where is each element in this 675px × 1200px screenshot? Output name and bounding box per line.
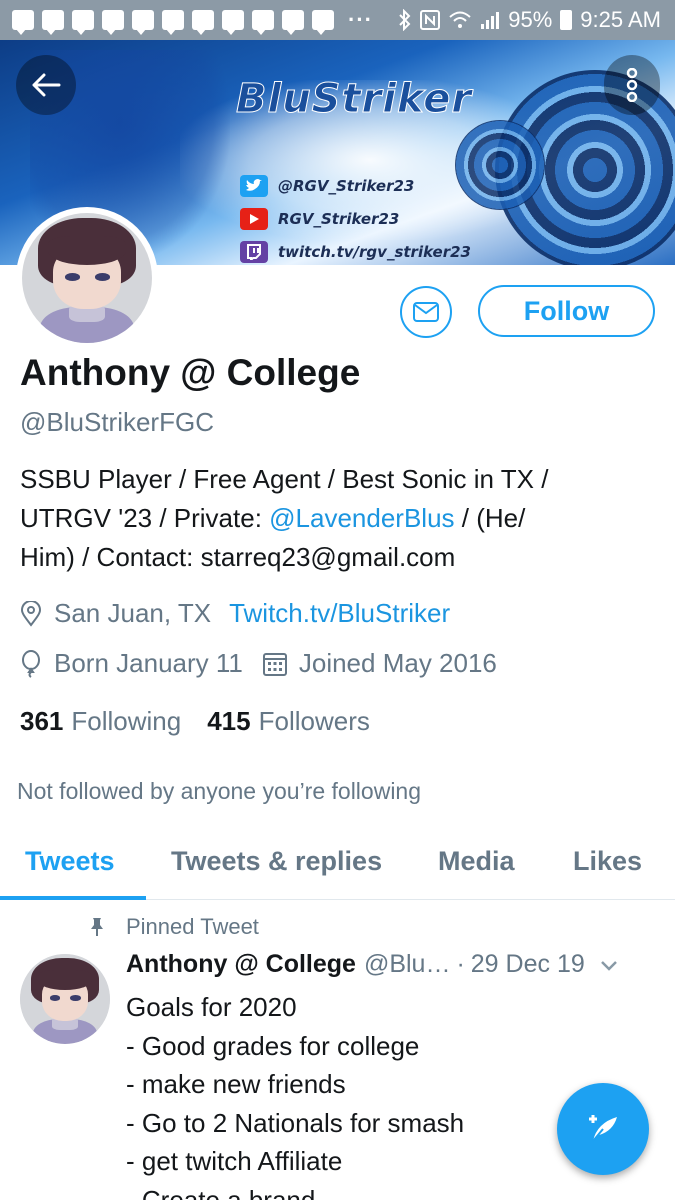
- vertical-dots-icon: [626, 68, 638, 102]
- follow-button[interactable]: Follow: [478, 285, 655, 337]
- banner-youtube-row: RGV_Striker23: [240, 208, 399, 230]
- bluetooth-icon: [399, 9, 411, 31]
- birthday: Born January 11: [20, 648, 243, 679]
- location: San Juan, TX: [20, 598, 211, 629]
- birthday-text: Born January 11: [54, 648, 243, 678]
- joined-text: Joined May 2016: [298, 648, 497, 678]
- tab-likes[interactable]: Likes: [573, 846, 642, 877]
- envelope-icon: [413, 302, 439, 322]
- tweet-line: - Good grades for college: [126, 1030, 420, 1061]
- notification-icon: [162, 10, 184, 35]
- bio-line: SSBU Player / Free Agent / Best Sonic in…: [20, 464, 549, 494]
- tab-tweets[interactable]: Tweets: [25, 846, 115, 877]
- profile-handle: @BluStrikerFGC: [20, 407, 214, 437]
- bio-text: UTRGV '23 / Private:: [20, 503, 270, 533]
- nfc-icon: [420, 10, 441, 30]
- tweet-author-name[interactable]: Anthony @ College: [126, 950, 356, 979]
- avatar-image: [22, 213, 152, 343]
- calendar-icon: [262, 652, 287, 676]
- joined-date: Joined May 2016: [262, 648, 497, 679]
- banner-twitch-row: twitch.tv/rgv_striker23: [240, 241, 471, 263]
- banner-twitter-handle: @RGV_Striker23: [278, 177, 415, 195]
- battery-icon: [560, 10, 573, 30]
- youtube-play-icon: [240, 208, 268, 230]
- profile-tabs: Tweets Tweets & replies Media Likes: [0, 826, 675, 900]
- bio-mention-link[interactable]: @LavenderBlus: [269, 503, 454, 533]
- banner-speaker-graphic: [455, 120, 545, 210]
- tweet-text[interactable]: Goals for 2020 - Good grades for college…: [126, 988, 464, 1200]
- tweet-author-handle[interactable]: @Blu…: [364, 950, 451, 979]
- twitter-bird-icon: [240, 175, 268, 197]
- chevron-down-icon[interactable]: [599, 958, 619, 972]
- pinned-text: Pinned Tweet: [126, 914, 259, 939]
- status-bar: ··· 95% 9:25 AM: [0, 0, 675, 40]
- bio-line: Him) / Contact: starreq23@gmail.com: [20, 542, 456, 572]
- follow-counts: 361 Following 415 Followers: [20, 706, 370, 737]
- banner-twitch-url: twitch.tv/rgv_striker23: [278, 243, 471, 261]
- notification-icon: [42, 10, 64, 35]
- notification-icon: [282, 10, 304, 35]
- wifi-icon: [449, 11, 471, 28]
- profile-bio: SSBU Player / Free Agent / Best Sonic in…: [20, 460, 640, 577]
- tweet-line: - Create a brand: [126, 1184, 316, 1200]
- message-button[interactable]: [400, 286, 452, 338]
- banner-brand-title: BluStriker: [235, 76, 473, 123]
- tweet-line: - Go to 2 Nationals for smash: [126, 1107, 465, 1138]
- bio-line: UTRGV '23 / Private: @LavenderBlus / (He…: [20, 499, 640, 538]
- banner-twitter-row: @RGV_Striker23: [240, 175, 414, 197]
- profile-avatar[interactable]: [16, 207, 158, 349]
- back-button[interactable]: [16, 55, 76, 115]
- profile-meta-row: San Juan, TX Twitch.tv/BluStriker: [20, 598, 450, 629]
- clock: 9:25 AM: [580, 7, 661, 32]
- tweet-line: Goals for 2020: [126, 992, 297, 1022]
- tab-media[interactable]: Media: [438, 846, 515, 877]
- tab-tweets-replies[interactable]: Tweets & replies: [171, 846, 382, 877]
- active-tab-indicator: [0, 896, 146, 900]
- followers-count-link[interactable]: 415 Followers: [207, 706, 370, 737]
- website-link[interactable]: Twitch.tv/BluStriker: [229, 598, 450, 629]
- following-count: 361: [20, 706, 64, 736]
- more-notifications: ···: [348, 7, 373, 32]
- notification-icon: [222, 10, 244, 35]
- back-arrow-icon: [32, 73, 61, 97]
- tweet-separator: ·: [456, 950, 465, 978]
- mutual-followers-note: Not followed by anyone you’re following: [17, 778, 422, 804]
- tweet-header: Anthony @ College @Blu… · 29 Dec 19: [126, 950, 656, 979]
- notification-icon: [252, 10, 274, 35]
- pinned-tweet-label: Pinned Tweet: [90, 914, 259, 940]
- signal-icon: [481, 12, 500, 29]
- balloon-icon: [22, 649, 40, 678]
- compose-tweet-button[interactable]: [557, 1083, 649, 1175]
- tweet-line: - get twitch Affiliate: [126, 1146, 343, 1177]
- profile-meta-row: Born January 11 Joined May 2016: [20, 648, 497, 679]
- notification-icon: [72, 10, 94, 35]
- notification-icon: [192, 10, 214, 35]
- following-count-link[interactable]: 361 Following: [20, 706, 181, 737]
- notification-icon: [312, 10, 334, 35]
- tweet-author-avatar[interactable]: [20, 954, 110, 1044]
- tweet-line: - make new friends: [126, 1069, 346, 1100]
- notification-icon: [102, 10, 124, 35]
- profile-display-name: Anthony @ College: [20, 352, 361, 393]
- followers-count: 415: [207, 706, 251, 736]
- pin-icon: [91, 918, 103, 936]
- banner-youtube-handle: RGV_Striker23: [278, 210, 400, 228]
- tweet-date[interactable]: 29 Dec 19: [471, 950, 585, 979]
- twitch-icon: [240, 241, 268, 263]
- location-pin-icon: [20, 600, 42, 627]
- notification-icon: [132, 10, 154, 35]
- bio-text: / (He/: [454, 503, 526, 533]
- battery-percent: 95%: [508, 7, 553, 32]
- notification-icons: ···: [12, 7, 373, 35]
- notification-icon: [12, 10, 34, 35]
- followers-label: Followers: [258, 706, 370, 736]
- following-label: Following: [71, 706, 182, 736]
- more-options-button[interactable]: [604, 55, 660, 115]
- avatar-image: [20, 954, 110, 1044]
- compose-feather-icon: [589, 1115, 617, 1142]
- location-text: San Juan, TX: [54, 598, 212, 628]
